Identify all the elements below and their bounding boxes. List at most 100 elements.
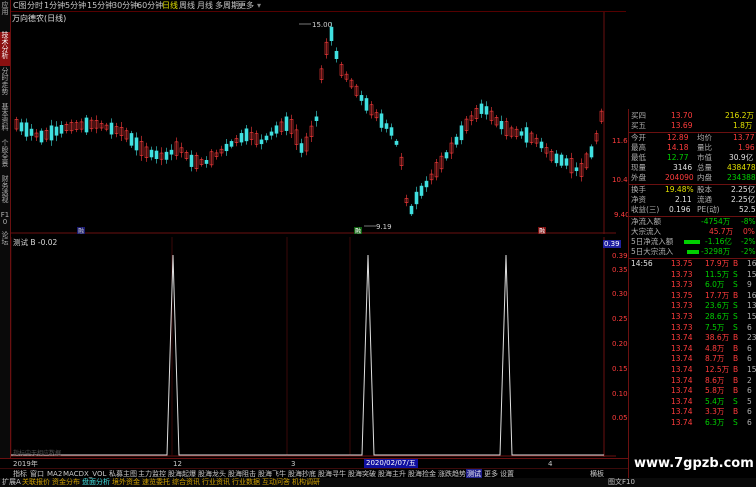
- tick-volume: 38.6万: [705, 333, 730, 343]
- kline-chart[interactable]: 15.00 9.19 融 融 融: [11, 12, 616, 234]
- tick-price: 13.74: [671, 365, 693, 374]
- indicator-axis-tick: 0.20: [612, 340, 628, 348]
- tick-side: B: [733, 259, 739, 268]
- tick-row: 13.74 3.3万 B 6: [629, 407, 756, 417]
- period-tab-15min[interactable]: 15分钟: [87, 1, 113, 10]
- tick-price: 13.73: [671, 301, 693, 311]
- candle-body: [459, 125, 464, 141]
- tick-volume: 3.3万: [705, 407, 725, 417]
- tick-count: 6: [747, 418, 752, 427]
- tick-price: 13.73: [671, 312, 693, 321]
- status-f10[interactable]: 图文F10: [608, 478, 635, 487]
- candle-body: [364, 98, 369, 111]
- status-industry-news[interactable]: 行业资讯: [202, 478, 230, 487]
- status-industry-data[interactable]: 行业数据: [232, 478, 260, 487]
- tick-row: 13.74 6.3万 S 6: [629, 418, 756, 428]
- tick-row: 13.74 5.4万 S 5: [629, 397, 756, 407]
- candle-body: [49, 125, 54, 141]
- left-tab-f10[interactable]: F10: [0, 212, 10, 230]
- tick-row: 13.73 11.5万 S 15: [629, 270, 756, 280]
- tick-side: S: [733, 396, 738, 406]
- tick-side: S: [733, 280, 738, 290]
- indicator-axis-tick: 0.10: [612, 390, 628, 398]
- candle-body: [134, 137, 139, 151]
- tick-count: 5: [747, 396, 752, 406]
- status-order[interactable]: 速览委托: [142, 478, 170, 487]
- period-tab-5min[interactable]: 5分钟: [65, 1, 86, 10]
- indicator-axis-tick: 0.35: [612, 266, 628, 274]
- tick-count: 6: [747, 386, 752, 396]
- candle-body: [229, 141, 234, 147]
- period-tab-60min[interactable]: 60分钟: [137, 1, 163, 10]
- ask-row-5: 买五 13.69 1.8万: [631, 121, 753, 130]
- period-tab-multi[interactable]: 多周期: [215, 1, 239, 10]
- period-tab-30min[interactable]: 30分钟: [112, 1, 138, 10]
- period-tab-c[interactable]: C图: [13, 1, 27, 10]
- tick-side: B: [733, 407, 739, 417]
- tick-count: 16: [747, 290, 756, 300]
- tick-price: 13.74: [671, 354, 693, 364]
- candle-body: [559, 154, 564, 166]
- status-expand[interactable]: 扩展A: [2, 478, 21, 487]
- high-price-label: 15.00: [312, 21, 332, 29]
- margin-marker-label: 融: [78, 227, 84, 234]
- left-tab-forum[interactable]: 论坛: [0, 232, 10, 250]
- candle-body: [389, 127, 394, 136]
- candle-body: [59, 124, 64, 134]
- status-news[interactable]: 综合资讯: [172, 478, 200, 487]
- candle-body: [54, 126, 59, 136]
- tick-price: 13.74: [671, 396, 693, 406]
- period-tab-monthly[interactable]: 月线: [197, 1, 213, 10]
- period-tab-daily[interactable]: 日线: [162, 1, 178, 10]
- tick-price: 13.74: [671, 343, 693, 353]
- app-window: 应用 技术分析 分时走势 基本资料 个股全景 财务透视 F10 论坛 C图 分时…: [0, 0, 756, 487]
- left-tab-intraday[interactable]: 分时走势: [0, 68, 10, 102]
- candle-body: [224, 143, 229, 152]
- status-analysis[interactable]: 盘面分析: [82, 478, 110, 487]
- chart-title: 万向德农(日线): [12, 14, 67, 23]
- left-tab-basic[interactable]: 基本资料: [0, 104, 10, 138]
- status-research[interactable]: 机构调研: [292, 478, 320, 487]
- flow-row: 5日大宗流入 -3298万 -2%: [631, 247, 756, 256]
- tick-volume: 6.0万: [705, 280, 725, 290]
- candle-body: [284, 116, 289, 131]
- tick-price: 13.74: [671, 418, 693, 427]
- candle-body: [169, 149, 174, 155]
- period-tab-weekly[interactable]: 周线: [179, 1, 195, 10]
- tick-volume: 12.5万: [705, 365, 730, 374]
- status-qa[interactable]: 互动问答: [262, 478, 290, 487]
- candle-body: [24, 122, 29, 137]
- tick-volume: 7.5万: [705, 322, 725, 332]
- tick-row: 13.74 12.5万 B 15: [629, 365, 756, 375]
- tick-side: S: [733, 418, 738, 427]
- candle-body: [269, 131, 274, 136]
- status-overseas[interactable]: 境外资金: [112, 478, 140, 487]
- candle-body: [204, 159, 209, 164]
- tick-price: 13.74: [671, 375, 693, 385]
- margin-marker-label: 融: [539, 227, 545, 234]
- tick-row: 14:56 13.75 17.9万 B 16: [629, 259, 756, 269]
- status-quote[interactable]: 关联报价: [22, 478, 50, 487]
- left-tab-panorama[interactable]: 个股全景: [0, 140, 10, 174]
- indicator-chart[interactable]: [11, 237, 616, 457]
- candle-body: [329, 26, 334, 42]
- stat-row: 最高 14.18 量比 1.96: [631, 143, 755, 152]
- left-tab-apps[interactable]: 应用: [0, 2, 10, 30]
- candle-body: [539, 141, 544, 149]
- flow-row: 净流入额 -4754万 -8%: [631, 217, 756, 226]
- left-tab-technical[interactable]: 技术分析: [0, 32, 10, 66]
- tick-row: 13.74 8.7万 B 6: [629, 354, 756, 364]
- tick-time: 14:56: [631, 259, 653, 268]
- left-tab-finance[interactable]: 财务透视: [0, 176, 10, 210]
- period-tab-1min[interactable]: 1分钟: [44, 1, 65, 10]
- tick-count: 2: [747, 375, 752, 385]
- chevron-down-icon[interactable]: ▾: [257, 1, 261, 10]
- candle-body: [314, 116, 319, 122]
- period-tab-intraday[interactable]: 分时: [27, 1, 43, 10]
- tick-row: 13.73 6.0万 S 9: [629, 280, 756, 290]
- candle-body: [499, 121, 504, 130]
- candle-body: [379, 113, 384, 128]
- period-tab-more[interactable]: 更多: [238, 1, 254, 10]
- indicator-watermark: 指标中无相应数据: [13, 450, 62, 457]
- status-fund[interactable]: 资金分布: [52, 478, 80, 487]
